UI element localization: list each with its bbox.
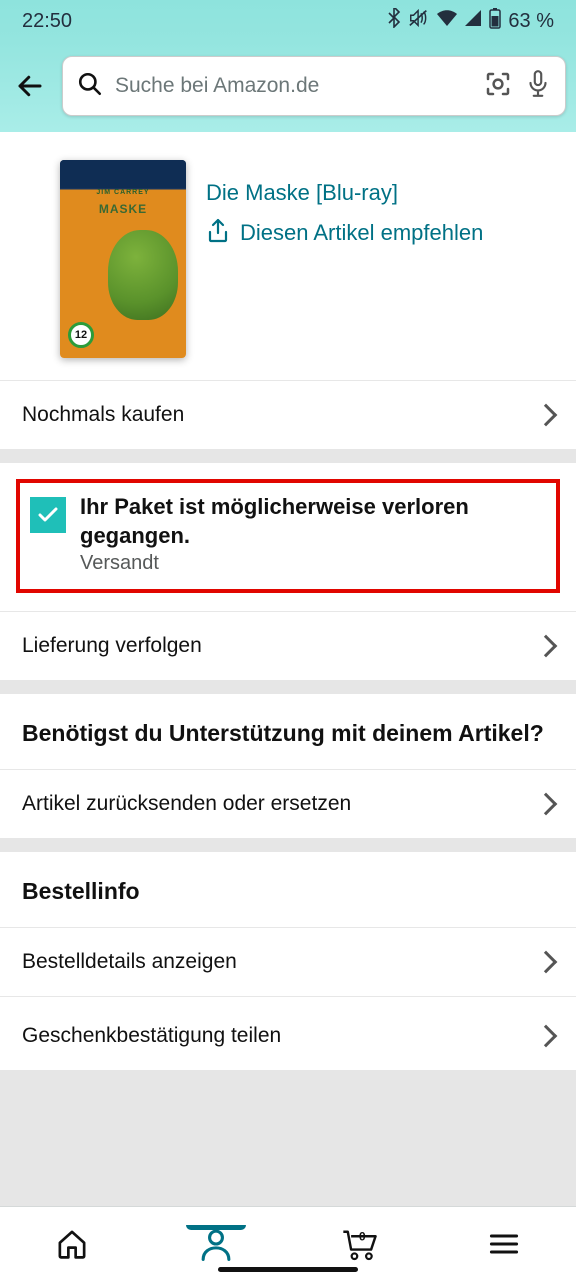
return-item-row[interactable]: Artikel zurücksenden oder ersetzen — [0, 769, 576, 838]
chevron-right-icon — [538, 638, 554, 654]
nav-account[interactable] — [144, 1226, 288, 1262]
back-button[interactable] — [10, 71, 50, 101]
battery-percent: 63 % — [508, 10, 554, 33]
share-icon — [206, 218, 230, 249]
nav-home[interactable] — [0, 1227, 144, 1261]
signal-icon — [464, 9, 482, 33]
check-icon — [30, 497, 66, 533]
product-thumbnail[interactable]: JIM CARREY MASKE 12 — [60, 160, 186, 358]
nav-menu[interactable] — [432, 1230, 576, 1258]
share-label: Diesen Artikel empfehlen — [240, 218, 483, 248]
wifi-icon — [436, 9, 458, 33]
app-header: Suche bei Amazon.de — [0, 42, 576, 132]
status-sub: Versandt — [80, 552, 546, 575]
status-bar: 22:50 63 % — [0, 0, 576, 42]
share-link[interactable]: Diesen Artikel empfehlen — [206, 218, 552, 249]
gift-confirm-row[interactable]: Geschenkbestätigung teilen — [0, 1002, 576, 1070]
thumb-title: MASKE — [60, 202, 186, 216]
bottom-nav: 0 — [0, 1206, 576, 1280]
chevron-right-icon — [538, 954, 554, 970]
age-rating: 12 — [68, 322, 94, 348]
battery-icon — [488, 7, 502, 35]
chevron-right-icon — [538, 1028, 554, 1044]
product-block: JIM CARREY MASKE 12 Die Maske [Blu-ray] … — [0, 132, 576, 380]
mic-icon[interactable] — [525, 69, 551, 104]
order-details-label: Bestelldetails anzeigen — [22, 950, 237, 974]
search-icon — [77, 71, 103, 102]
status-title: Ihr Paket ist möglicherweise verloren ge… — [80, 493, 546, 550]
product-title[interactable]: Die Maske [Blu-ray] — [206, 180, 552, 206]
lens-icon[interactable] — [483, 69, 513, 104]
track-delivery-row[interactable]: Lieferung verfolgen — [0, 611, 576, 680]
package-status-alert: Ihr Paket ist möglicherweise verloren ge… — [16, 479, 560, 593]
status-icons: 63 % — [386, 7, 554, 35]
search-bar[interactable]: Suche bei Amazon.de — [62, 56, 566, 116]
track-label: Lieferung verfolgen — [22, 634, 202, 658]
help-heading: Benötigst du Unterstützung mit deinem Ar… — [0, 694, 576, 769]
return-label: Artikel zurücksenden oder ersetzen — [22, 792, 351, 816]
chevron-right-icon — [538, 407, 554, 423]
buy-again-label: Nochmals kaufen — [22, 403, 184, 427]
gift-confirm-label: Geschenkbestätigung teilen — [22, 1024, 281, 1048]
order-details-row[interactable]: Bestelldetails anzeigen — [0, 927, 576, 996]
home-indicator — [218, 1267, 358, 1272]
nav-cart[interactable]: 0 — [288, 1226, 432, 1262]
status-time: 22:50 — [22, 10, 72, 33]
order-info-heading: Bestellinfo — [0, 852, 576, 927]
search-placeholder: Suche bei Amazon.de — [115, 74, 471, 98]
thumb-actor: JIM CARREY — [60, 189, 186, 196]
mute-icon — [408, 8, 430, 34]
bluetooth-icon — [386, 8, 402, 34]
svg-text:0: 0 — [359, 1229, 366, 1243]
buy-again-row[interactable]: Nochmals kaufen — [0, 380, 576, 449]
chevron-right-icon — [538, 796, 554, 812]
